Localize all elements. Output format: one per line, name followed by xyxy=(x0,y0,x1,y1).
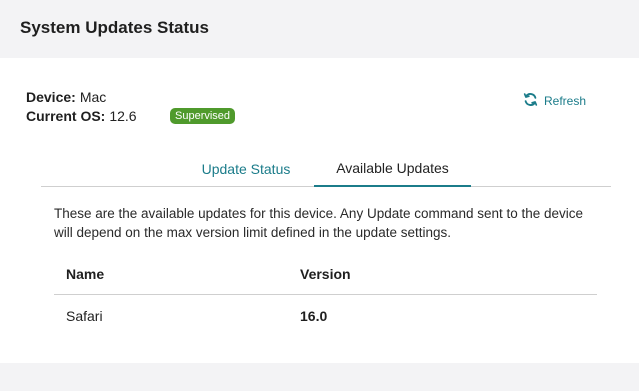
supervised-badge: Supervised xyxy=(170,108,236,124)
table-header: Name Version xyxy=(54,253,597,295)
column-header-name: Name xyxy=(66,265,105,282)
page-title: System Updates Status xyxy=(20,18,209,37)
page-header: System Updates Status xyxy=(0,0,639,58)
refresh-icon xyxy=(523,92,538,110)
description-text: These are the available updates for this… xyxy=(54,206,584,240)
column-header-version: Version xyxy=(300,265,351,282)
device-value: Mac xyxy=(79,89,107,105)
os-label: Current OS: xyxy=(26,108,106,124)
device-info: Device: Mac Current OS: 12.6 xyxy=(26,88,137,126)
tab-update-status[interactable]: Update Status xyxy=(176,150,316,187)
table-row: Safari 16.0 xyxy=(54,295,597,337)
updates-panel: Device: Mac Current OS: 12.6 Supervised … xyxy=(0,58,639,363)
os-value: 12.6 xyxy=(109,108,137,124)
cell-name: Safari xyxy=(66,308,103,324)
updates-table: Name Version Safari 16.0 xyxy=(54,253,597,337)
tab-bar: Update Status Available Updates xyxy=(41,150,611,187)
device-label: Device: xyxy=(26,89,76,105)
refresh-button[interactable]: Refresh xyxy=(523,92,586,110)
device-row: Device: Mac xyxy=(26,88,137,107)
cell-version: 16.0 xyxy=(300,308,328,324)
refresh-label: Refresh xyxy=(544,94,587,108)
tab-available-updates[interactable]: Available Updates xyxy=(314,150,471,187)
os-row: Current OS: 12.6 xyxy=(26,107,137,126)
